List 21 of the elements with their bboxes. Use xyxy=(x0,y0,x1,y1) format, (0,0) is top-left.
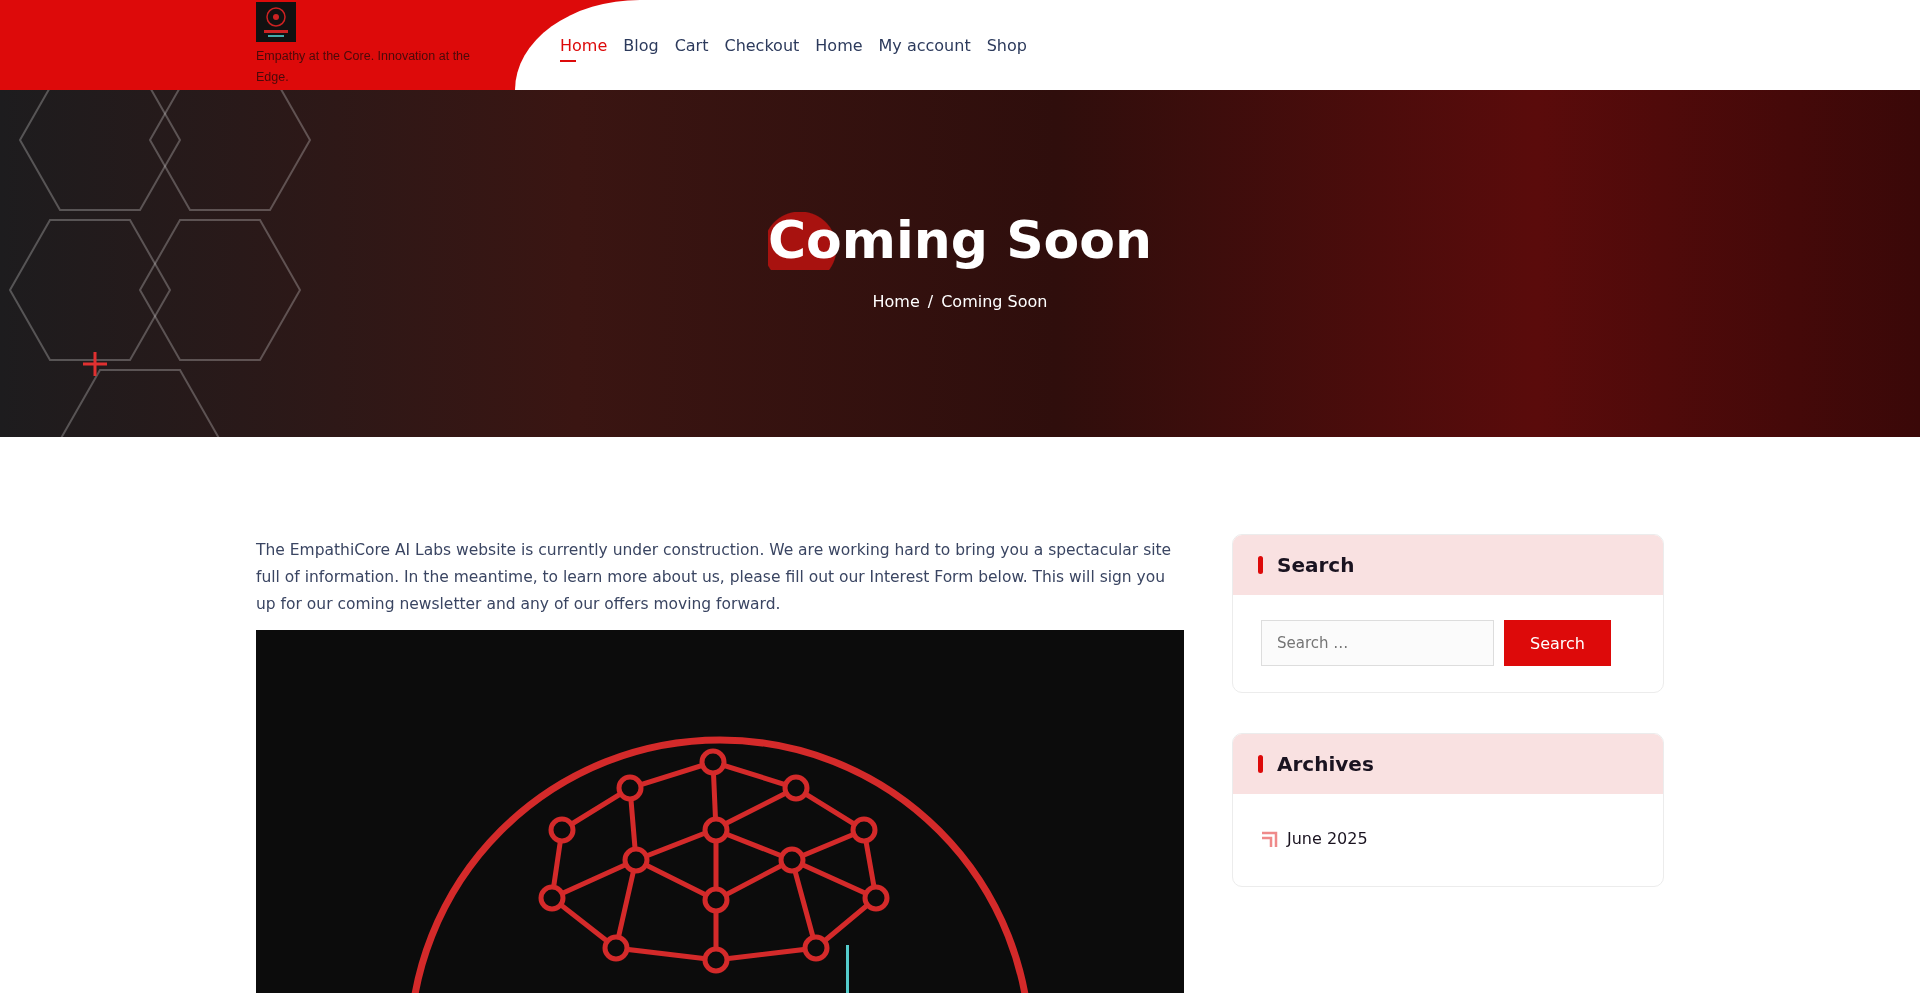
breadcrumb-separator: / xyxy=(927,291,934,311)
widget-title: Search xyxy=(1277,553,1355,577)
nav-link[interactable]: My account xyxy=(878,31,971,59)
archive-link[interactable]: June 2025 xyxy=(1287,829,1368,848)
corner-arrow-icon xyxy=(1261,829,1279,848)
breadcrumb-link[interactable]: Home xyxy=(872,291,920,311)
widget-title: Archives xyxy=(1277,752,1374,776)
nav-link[interactable]: Home xyxy=(815,31,863,59)
nav-link[interactable]: Checkout xyxy=(724,31,800,59)
nav-link[interactable]: Cart xyxy=(674,31,709,59)
heading-marker-icon xyxy=(1258,755,1263,773)
nav-link[interactable]: Blog xyxy=(623,31,659,59)
nav-link[interactable]: Shop xyxy=(986,31,1027,59)
site-tagline: Empathy at the Core. Innovation at the Edge. xyxy=(256,48,472,86)
breadcrumb-current: Coming Soon xyxy=(941,291,1048,311)
intro-paragraph: The EmpathiCore AI Labs website is currently under construction. We are working hard to bring you a spectacular site full of information. In the meantime, to learn more about us, please fill out our Interest Form below. This will sign you up for our coming newsletter and any of our offers moving forward. xyxy=(256,540,1173,615)
search-button[interactable]: Search xyxy=(1504,620,1611,666)
heading-marker-icon xyxy=(1258,556,1263,574)
nav-link[interactable]: Home xyxy=(560,31,608,59)
search-field[interactable]: Search … xyxy=(1261,620,1494,666)
logo-icon[interactable] xyxy=(256,2,296,42)
